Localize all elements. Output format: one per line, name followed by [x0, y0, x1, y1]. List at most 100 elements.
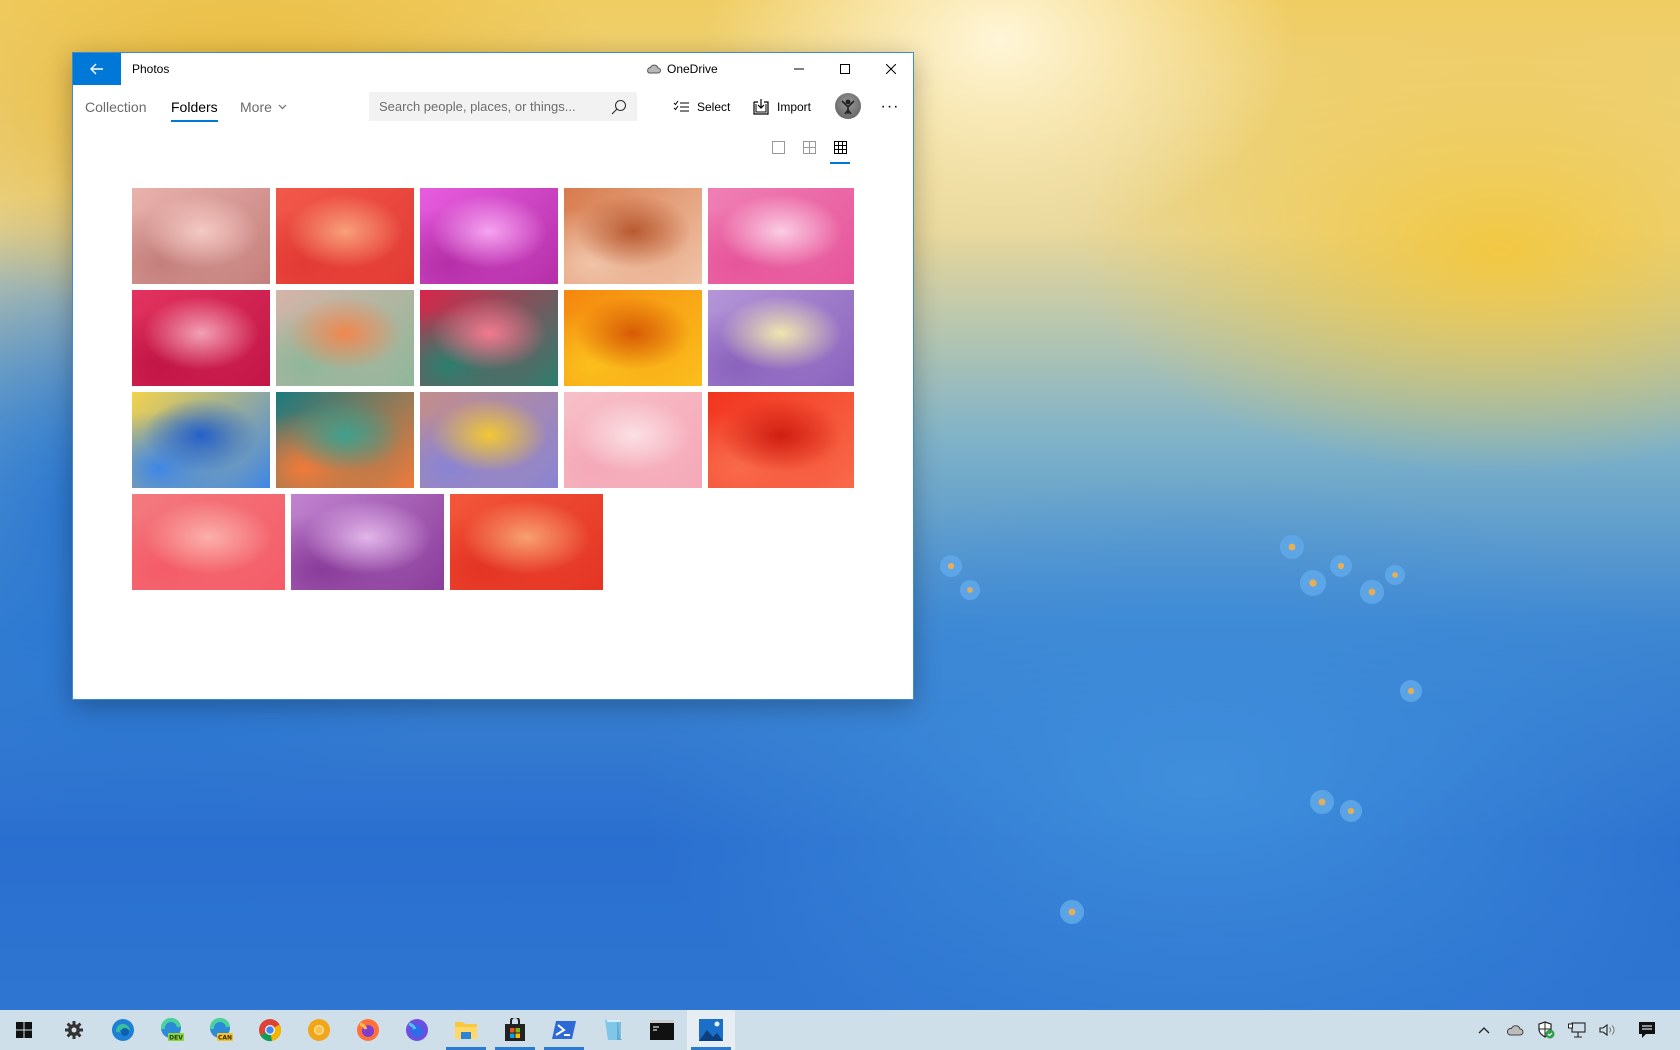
view-small-button[interactable]	[828, 135, 852, 164]
maximize-icon	[840, 64, 850, 74]
photo-thumbnail[interactable]	[708, 188, 854, 284]
search-icon[interactable]	[611, 99, 627, 115]
photo-thumbnail[interactable]	[132, 188, 270, 284]
photo-thumbnail[interactable]	[132, 494, 285, 590]
terminal-icon	[650, 1020, 674, 1040]
folder-icon	[455, 1022, 477, 1039]
svg-text:CAN: CAN	[218, 1035, 232, 1042]
show-hidden-icons-button[interactable]	[1469, 1010, 1499, 1050]
taskbar-powershell[interactable]	[540, 1010, 588, 1050]
single-square-icon	[771, 140, 785, 154]
photo-thumbnail[interactable]	[132, 392, 270, 488]
minimize-icon	[794, 68, 804, 70]
photo-thumbnail[interactable]	[420, 290, 558, 386]
tray-windows-security[interactable]	[1531, 1010, 1561, 1050]
onedrive-status[interactable]: OneDrive	[645, 62, 718, 76]
taskbar-microsoft-store[interactable]	[491, 1010, 539, 1050]
chevron-down-icon	[278, 104, 287, 110]
maximize-button[interactable]	[822, 53, 868, 85]
firefox-nightly-icon	[406, 1019, 428, 1041]
chevron-up-icon	[1478, 1027, 1490, 1034]
photo-thumbnail[interactable]	[420, 188, 558, 284]
network-wired-icon	[1568, 1022, 1586, 1038]
tray-onedrive[interactable]	[1500, 1010, 1530, 1050]
notepad-icon	[605, 1020, 622, 1040]
close-icon	[886, 64, 896, 74]
photo-thumbnail[interactable]	[276, 188, 414, 284]
close-button[interactable]	[868, 53, 914, 85]
windows-logo-icon	[16, 1022, 32, 1038]
taskbar-file-explorer[interactable]	[442, 1010, 490, 1050]
edge-canary-icon: CAN	[209, 1017, 233, 1042]
taskbar-settings[interactable]	[50, 1010, 98, 1050]
taskbar-notepad[interactable]	[589, 1010, 637, 1050]
tray-action-center[interactable]	[1632, 1010, 1662, 1050]
photo-thumbnail[interactable]	[132, 290, 270, 386]
photo-thumbnail[interactable]	[276, 392, 414, 488]
gear-icon	[65, 1021, 83, 1039]
view-large-button[interactable]	[766, 135, 790, 159]
select-label: Select	[697, 100, 731, 114]
taskbar-command-prompt[interactable]	[638, 1010, 686, 1050]
select-button[interactable]: Select	[673, 93, 730, 121]
tray-network[interactable]	[1562, 1010, 1592, 1050]
minimize-button[interactable]	[776, 53, 822, 85]
photo-thumbnail[interactable]	[276, 290, 414, 386]
view-medium-button[interactable]	[797, 135, 821, 159]
import-button[interactable]: Import	[753, 93, 811, 121]
photo-thumbnail[interactable]	[564, 290, 702, 386]
chrome-icon	[259, 1019, 282, 1042]
tab-collection[interactable]: Collection	[85, 99, 146, 115]
photo-thumbnail[interactable]	[420, 392, 558, 488]
account-avatar[interactable]	[835, 93, 861, 119]
photo-thumbnail[interactable]	[708, 392, 854, 488]
back-button[interactable]	[73, 53, 121, 85]
shield-check-icon	[1538, 1021, 1555, 1039]
search-box[interactable]	[369, 92, 637, 121]
svg-text:DEV: DEV	[169, 1035, 183, 1042]
start-button[interactable]	[0, 1010, 48, 1050]
see-more-button[interactable]: ···	[873, 93, 907, 121]
app-title: Photos	[132, 62, 170, 76]
taskbar-firefox-nightly[interactable]	[393, 1010, 441, 1050]
taskbar-chrome-canary[interactable]	[295, 1010, 343, 1050]
photo-thumbnail[interactable]	[450, 494, 603, 590]
grid-2x2-icon	[802, 140, 816, 154]
photos-window: Photos OneDrive Collection Folders More …	[72, 52, 914, 700]
notification-icon	[1639, 1022, 1655, 1038]
tray-volume[interactable]	[1593, 1010, 1623, 1050]
speaker-icon	[1599, 1023, 1615, 1037]
chrome-canary-icon	[308, 1019, 330, 1041]
taskbar-edge[interactable]	[99, 1010, 147, 1050]
firefox-icon	[357, 1019, 379, 1041]
taskbar-photos[interactable]	[687, 1010, 735, 1050]
onedrive-label: OneDrive	[667, 62, 718, 76]
photo-thumbnail[interactable]	[708, 290, 854, 386]
photos-icon	[699, 1019, 723, 1041]
grid-3x3-icon	[833, 140, 847, 154]
user-figure-icon	[841, 99, 855, 115]
photo-thumbnail[interactable]	[291, 494, 444, 590]
title-bar[interactable]: Photos OneDrive	[73, 53, 913, 85]
cloud-icon	[647, 64, 661, 74]
taskbar-edge-dev[interactable]: DEV	[148, 1010, 196, 1050]
powershell-icon	[552, 1021, 576, 1039]
import-icon	[753, 99, 769, 115]
store-bag-icon	[505, 1018, 525, 1041]
edge-dev-icon: DEV	[160, 1017, 184, 1042]
taskbar: DEV CAN	[0, 1010, 1680, 1050]
edge-icon	[112, 1019, 134, 1041]
multi-select-icon	[673, 100, 689, 112]
photo-thumbnail[interactable]	[564, 392, 702, 488]
photo-thumbnail[interactable]	[564, 188, 702, 284]
tab-more-label: More	[240, 99, 272, 115]
taskbar-edge-canary[interactable]: CAN	[197, 1010, 245, 1050]
cloud-icon	[1506, 1024, 1524, 1035]
tab-more[interactable]: More	[240, 99, 287, 115]
taskbar-chrome[interactable]	[246, 1010, 294, 1050]
import-label: Import	[777, 100, 812, 114]
taskbar-firefox[interactable]	[344, 1010, 392, 1050]
search-input[interactable]	[379, 99, 611, 114]
arrow-left-icon	[90, 63, 103, 75]
tab-folders[interactable]: Folders	[171, 99, 218, 122]
